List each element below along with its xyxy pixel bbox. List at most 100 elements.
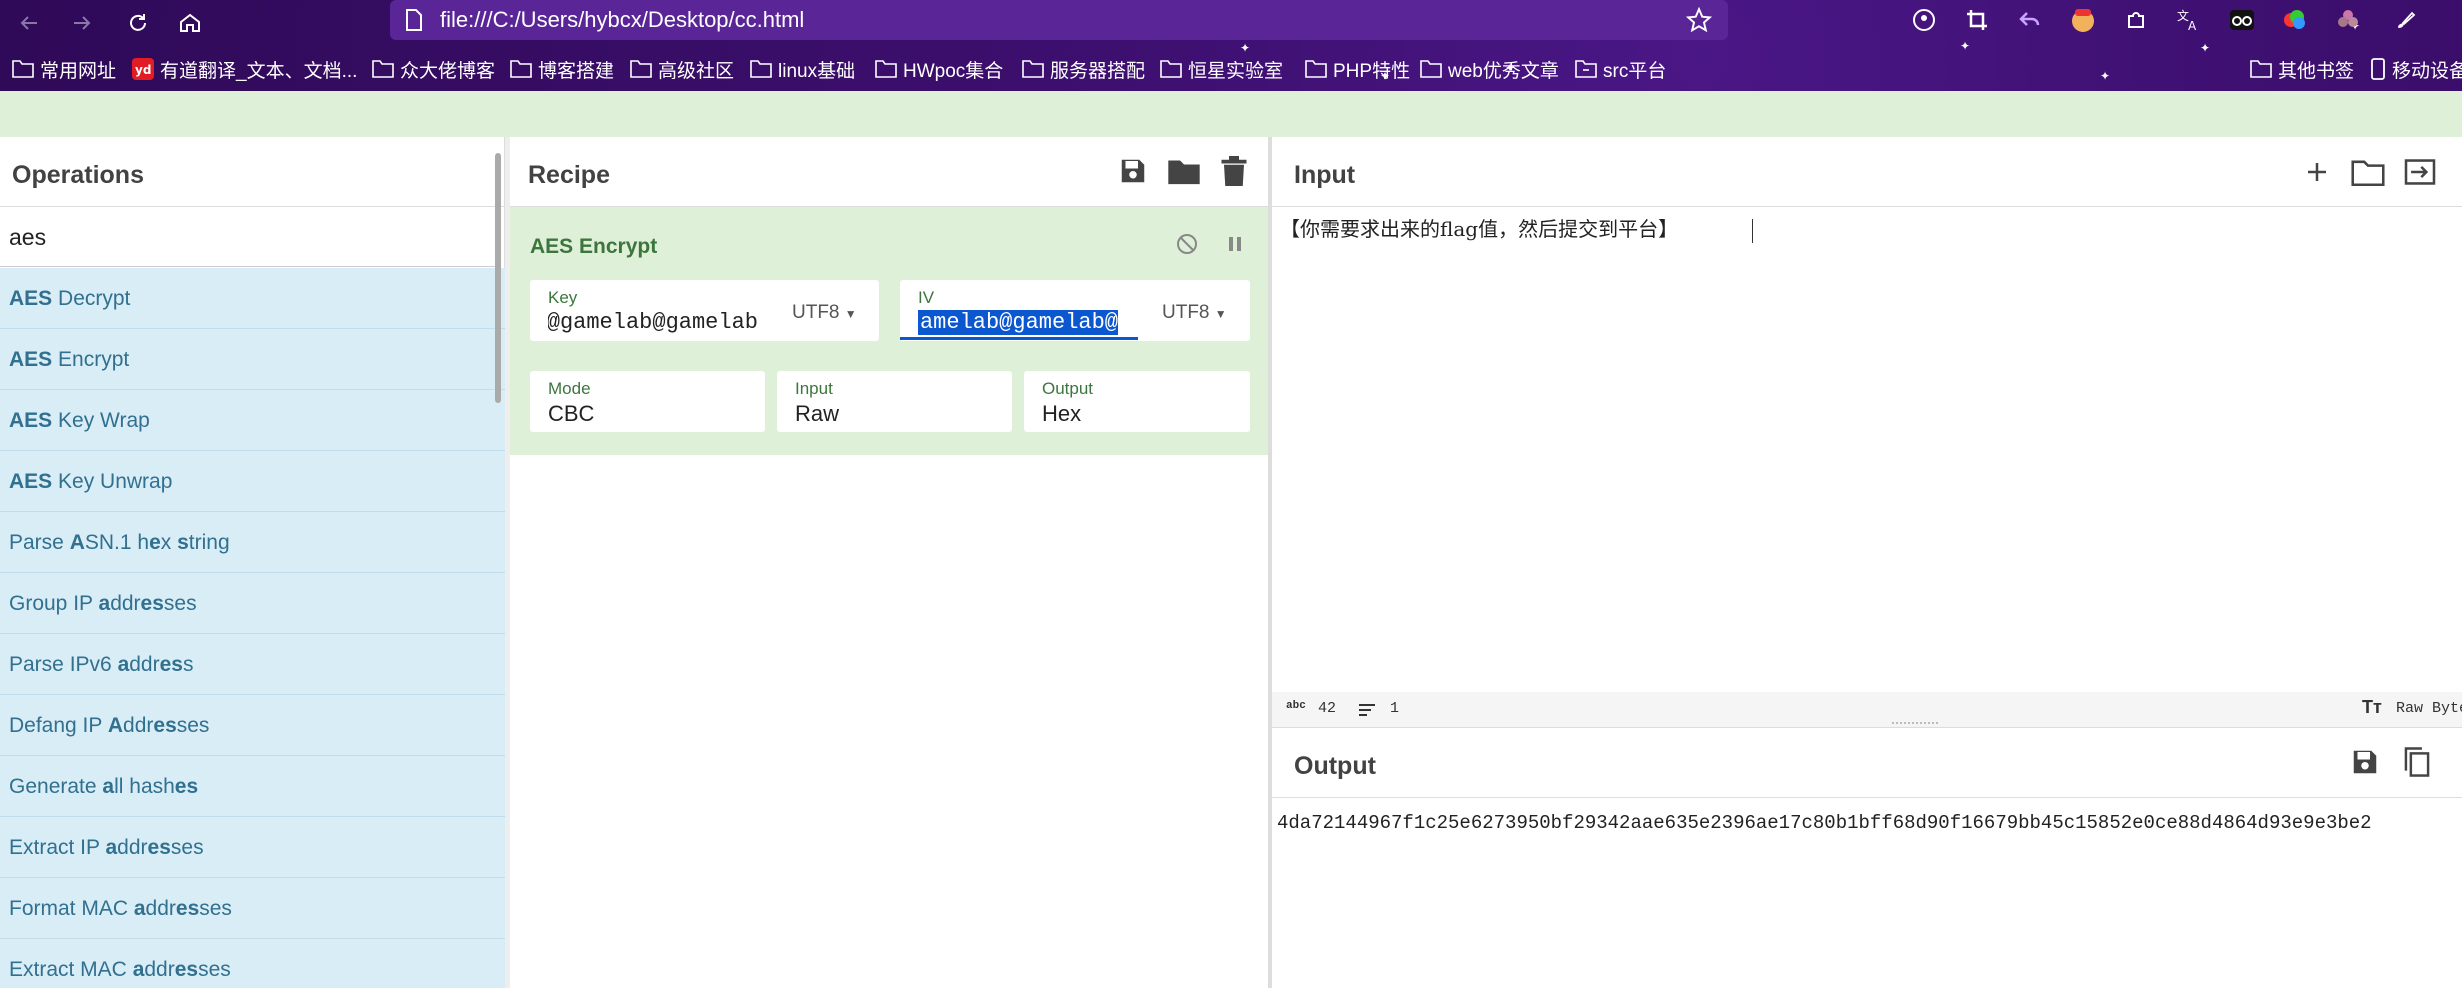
text-cursor bbox=[1752, 218, 1754, 243]
input-format-select[interactable]: Input Raw bbox=[777, 371, 1012, 432]
replace-input-button[interactable] bbox=[2450, 744, 2462, 780]
operations-list: AES Decrypt AES Encrypt AES Key Wrap AES Ke… bbox=[0, 268, 505, 988]
save-output-button[interactable] bbox=[2348, 744, 2382, 780]
mode-select[interactable]: Mode CBC bbox=[530, 371, 765, 432]
bookmark-1[interactable]: 常用网址 bbox=[12, 50, 116, 88]
bookmark-label: 其他书签 bbox=[2278, 60, 2355, 82]
operations-scrollbar[interactable] bbox=[495, 153, 501, 403]
clear-recipe-button[interactable] bbox=[1217, 153, 1251, 189]
operation-item[interactable]: AES Key Unwrap bbox=[0, 451, 505, 512]
copy-icon bbox=[2404, 747, 2430, 777]
iv-encoding-dropdown[interactable]: UTF8 ▼ bbox=[1162, 302, 1227, 324]
file-icon bbox=[406, 9, 422, 31]
save-recipe-button[interactable] bbox=[1115, 153, 1151, 189]
caret-down-icon: ▼ bbox=[844, 307, 857, 321]
operation-item-text: ddr bbox=[110, 592, 141, 615]
operation-item-text: Decrypt bbox=[52, 287, 131, 310]
brush-extension-button[interactable] bbox=[2390, 4, 2422, 36]
key-encoding-dropdown[interactable]: UTF8 ▼ bbox=[792, 302, 857, 324]
open-file-button[interactable] bbox=[2348, 155, 2388, 189]
key-input[interactable]: gamelab@gamelab@ bbox=[548, 310, 758, 335]
output-format-select[interactable]: Output Hex bbox=[1024, 371, 1250, 432]
forward-button[interactable] bbox=[64, 5, 100, 41]
bookmark-11[interactable]: web优秀文章 bbox=[1420, 50, 1559, 88]
operation-match-highlight: es bbox=[174, 958, 199, 981]
operation-item[interactable]: Extract IP addresses bbox=[0, 817, 505, 878]
iv-input[interactable]: gamelab@gamelab@ bbox=[918, 310, 1118, 335]
bookmark-9[interactable]: 恒星实验室 bbox=[1160, 50, 1283, 88]
extensions-button[interactable] bbox=[2120, 4, 2152, 36]
font-size-icon[interactable]: Tт bbox=[2362, 697, 2382, 718]
caret-down-icon: ▼ bbox=[1214, 307, 1227, 321]
operation-item[interactable]: Parse IPv6 address bbox=[0, 634, 505, 695]
output-format-label: Output bbox=[1042, 379, 1094, 398]
home-icon bbox=[180, 13, 200, 32]
bookmark-3[interactable]: 众大佬博客 bbox=[372, 50, 495, 88]
clear-input-button[interactable] bbox=[2450, 155, 2462, 189]
bookmark-14[interactable]: 移动设备 bbox=[2370, 50, 2462, 88]
account-button[interactable] bbox=[1908, 4, 1940, 36]
undo-extension-button[interactable] bbox=[2014, 4, 2046, 36]
operation-item[interactable]: AES Encrypt bbox=[0, 329, 505, 390]
operation-item-text: ddr bbox=[144, 958, 175, 981]
bookmark-13[interactable]: 其他书签 bbox=[2250, 50, 2354, 88]
bookmark-4[interactable]: 博客搭建 bbox=[510, 50, 614, 88]
flower-extension-button[interactable] bbox=[2332, 4, 2364, 36]
bookmark-8[interactable]: 服务器搭配 bbox=[1022, 50, 1145, 88]
operation-item[interactable]: Defang IP Addresses bbox=[0, 695, 505, 756]
glasses-extension-button[interactable] bbox=[2226, 4, 2258, 36]
input-format-label[interactable]: Raw Bytes bbox=[2396, 700, 2462, 717]
back-button[interactable] bbox=[11, 5, 47, 41]
bookmark-5[interactable]: 高级社区 bbox=[630, 50, 734, 88]
youdao-icon: yd bbox=[132, 58, 154, 80]
open-folder-button[interactable] bbox=[2400, 155, 2440, 189]
add-input-tab-button[interactable] bbox=[2300, 155, 2334, 189]
folder-icon bbox=[2250, 60, 2272, 78]
key-field[interactable]: Key gamelab@gamelab@ UTF8 ▼ bbox=[530, 280, 879, 341]
mode-value: CBC bbox=[548, 401, 595, 426]
input-text-content: 【你需要求出来的flag值，然后提交到平台】 bbox=[1280, 217, 1679, 241]
operations-pane: Operations aes AES Decrypt AES Encrypt AES… bbox=[0, 137, 505, 988]
translate-extension-button[interactable]: 文A bbox=[2173, 4, 2205, 36]
bookmark-12[interactable]: src平台 bbox=[1575, 50, 1666, 88]
input-textarea[interactable]: 【你需要求出来的flag值，然后提交到平台】 bbox=[1280, 213, 1754, 243]
load-recipe-button[interactable] bbox=[1165, 153, 1203, 189]
aes-encrypt-operation: AES Encrypt Key gamelab@gamelab@ UTF8 ▼ … bbox=[510, 207, 1272, 455]
resize-handle[interactable] bbox=[1892, 722, 1938, 726]
operation-item[interactable]: Parse ASN.1 hex string bbox=[0, 512, 505, 573]
bookmark-6[interactable]: linux基础 bbox=[750, 50, 855, 88]
bookmark-label: 常用网址 bbox=[40, 60, 117, 82]
crop-extension-button[interactable] bbox=[1961, 4, 1993, 36]
operation-item[interactable]: Group IP addresses bbox=[0, 573, 505, 634]
operation-match-highlight: es bbox=[153, 714, 177, 737]
length-icon: abc bbox=[1286, 700, 1306, 712]
operation-item[interactable]: AES Key Wrap bbox=[0, 390, 505, 451]
bookmark-10[interactable]: PHP特性 bbox=[1305, 50, 1410, 88]
home-button[interactable] bbox=[172, 5, 208, 41]
output-textarea[interactable]: 4da72144967f1c25e6273950bf29342aae635e23… bbox=[1277, 812, 2372, 834]
operation-title: AES Encrypt bbox=[530, 235, 658, 258]
notification-banner bbox=[0, 91, 2462, 137]
operation-item[interactable]: AES Decrypt bbox=[0, 268, 505, 329]
browser-toolbar: ✦ ✦ ✦ ✦ ✦ ✦ ✦ ✦ file:///C:/Users/hybcx/D… bbox=[0, 0, 2462, 91]
disable-operation-button[interactable] bbox=[1172, 229, 1202, 259]
reload-button[interactable] bbox=[120, 5, 156, 41]
disable-icon bbox=[1177, 234, 1197, 254]
bookmark-2[interactable]: yd 有道翻译_文本、文档... bbox=[132, 50, 357, 88]
operations-search-input[interactable]: aes bbox=[0, 207, 500, 267]
operation-item[interactable]: Generate all hashes bbox=[0, 756, 505, 817]
operation-item-text: Parse IPv6 bbox=[9, 653, 118, 676]
operation-item[interactable]: Extract MAC addresses bbox=[0, 939, 505, 988]
operation-item[interactable]: Format MAC addresses bbox=[0, 878, 505, 939]
bookmark-7[interactable]: HWpoc集合 bbox=[875, 50, 1003, 88]
color-extension-button[interactable] bbox=[2279, 4, 2311, 36]
iv-field[interactable]: IV gamelab@gamelab@ UTF8 ▼ bbox=[900, 280, 1250, 341]
bookmark-star-icon[interactable] bbox=[1686, 7, 1712, 33]
avatar-icon bbox=[2072, 9, 2094, 32]
address-bar[interactable]: file:///C:/Users/hybcx/Desktop/cc.html bbox=[390, 0, 1728, 40]
pause-operation-button[interactable] bbox=[1220, 229, 1250, 259]
operation-item-text: ses bbox=[176, 714, 210, 737]
avatar-extension-button[interactable] bbox=[2067, 4, 2099, 36]
copy-output-button[interactable] bbox=[2398, 744, 2436, 780]
operation-item-text: ses bbox=[163, 592, 197, 615]
